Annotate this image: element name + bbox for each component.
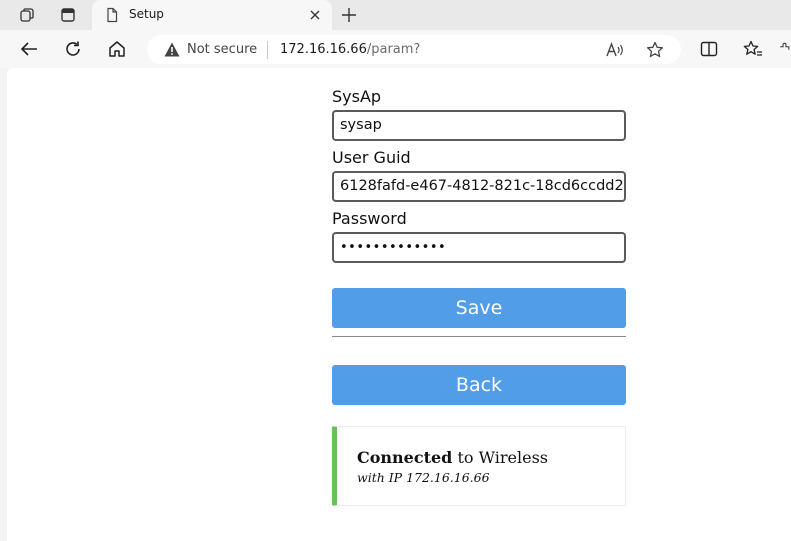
- workspaces-icon[interactable]: [16, 5, 38, 25]
- navigation-bar: Not secure 172.16.16.66/param?: [0, 30, 791, 68]
- user-guid-label: User Guid: [332, 148, 411, 167]
- save-button[interactable]: Save: [332, 288, 626, 328]
- status-connected: Connected: [357, 448, 453, 467]
- user-guid-input[interactable]: 6128fafd-e467-4812-821c-18cd6ccdd28: [332, 171, 626, 202]
- extensions-icon[interactable]: [778, 38, 791, 60]
- status-rest: to Wireless: [452, 448, 548, 467]
- new-tab-plus-icon[interactable]: [338, 4, 360, 26]
- url-host: 172.16.16.66: [280, 42, 367, 57]
- url-path: /param?: [366, 42, 421, 57]
- password-label: Password: [332, 209, 407, 228]
- read-aloud-icon[interactable]: [604, 39, 626, 61]
- tab-actions-icon[interactable]: [57, 5, 79, 25]
- sysap-input[interactable]: sysap: [332, 110, 626, 141]
- security-label[interactable]: Not secure: [187, 42, 257, 57]
- back-button[interactable]: Back: [332, 365, 626, 405]
- address-separator: [267, 41, 268, 59]
- sysap-label: SysAp: [332, 87, 382, 106]
- back-arrow-icon[interactable]: [17, 38, 41, 60]
- favorites-icon[interactable]: [741, 38, 765, 60]
- password-input[interactable]: •••••••••••••: [332, 232, 626, 263]
- page-content: SysAp sysap User Guid 6128fafd-e467-4812…: [7, 68, 791, 541]
- close-icon[interactable]: [306, 6, 324, 24]
- address-bar[interactable]: Not secure 172.16.16.66/param?: [147, 35, 681, 64]
- tab-setup[interactable]: Setup: [92, 0, 332, 30]
- tab-strip: Setup: [0, 0, 791, 30]
- divider: [332, 336, 626, 337]
- favorite-star-icon[interactable]: [644, 39, 666, 61]
- connection-status-card: Connected to Wireless with IP 172.16.16.…: [332, 426, 626, 506]
- status-ip: with IP 172.16.16.66: [357, 470, 490, 485]
- refresh-icon[interactable]: [61, 38, 85, 60]
- status-text: Connected to Wireless: [357, 448, 548, 467]
- page-icon: [107, 7, 118, 23]
- split-screen-icon[interactable]: [697, 38, 721, 60]
- url-text[interactable]: 172.16.16.66/param?: [280, 42, 420, 57]
- tab-title: Setup: [129, 7, 164, 21]
- warning-icon[interactable]: [164, 42, 180, 57]
- home-icon[interactable]: [105, 38, 129, 60]
